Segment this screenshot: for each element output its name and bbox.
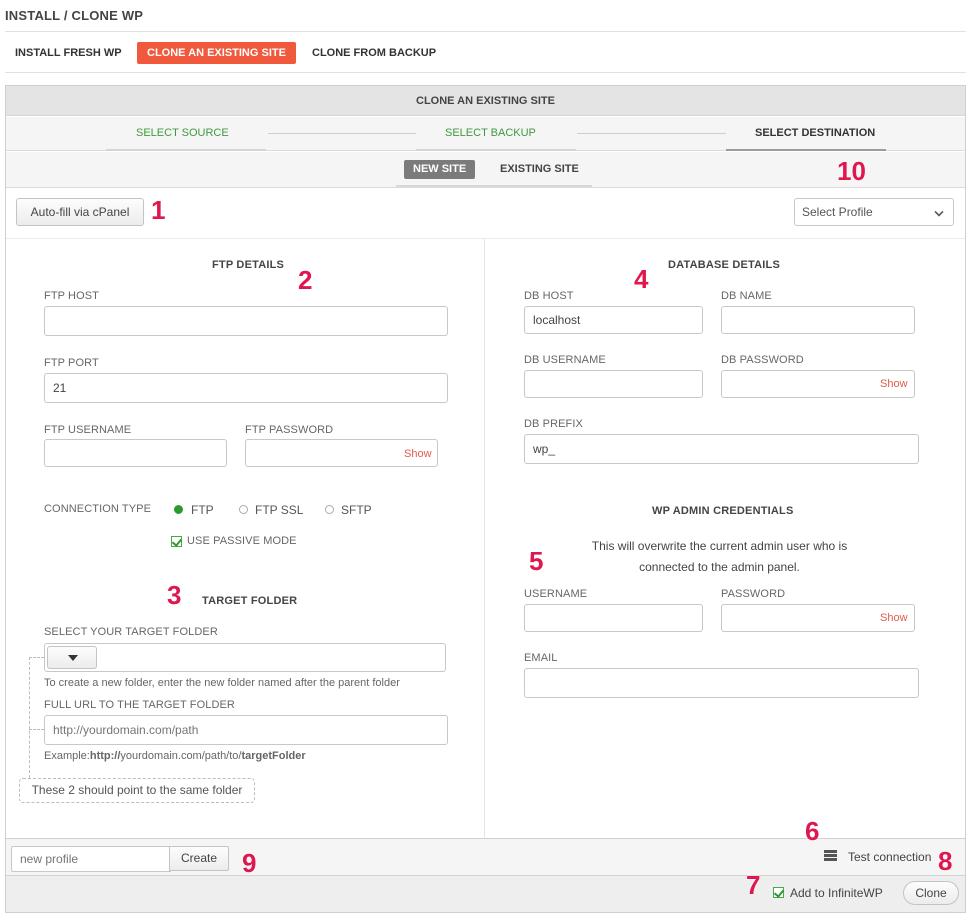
- example-prefix: Example:: [44, 750, 90, 762]
- db-prefix-label: DB PREFIX: [524, 418, 583, 430]
- db-name-input[interactable]: [721, 306, 915, 334]
- passive-mode-label: USE PASSIVE MODE: [187, 535, 297, 547]
- tabs-divider: [5, 72, 966, 73]
- step-connector: [577, 133, 726, 134]
- profile-select-value: Select Profile: [802, 205, 873, 219]
- db-host-input[interactable]: localhost: [524, 306, 703, 334]
- db-password-label: DB PASSWORD: [721, 354, 804, 366]
- autofill-cpanel-button[interactable]: Auto-fill via cPanel: [16, 198, 144, 226]
- tab-clone-from-backup[interactable]: CLONE FROM BACKUP: [302, 42, 446, 64]
- admin-password-label: PASSWORD: [721, 588, 786, 600]
- example-path: yourdomain.com/path/to/: [120, 750, 242, 762]
- radio-ftp-ssl[interactable]: [239, 505, 248, 514]
- annotation-4: 4: [634, 264, 649, 294]
- column-divider: [484, 239, 485, 838]
- annotation-5: 5: [529, 546, 544, 576]
- admin-note-line1: This will overwrite the current admin us…: [591, 539, 848, 553]
- ftp-host-input[interactable]: [44, 306, 448, 336]
- connector-line: [29, 729, 44, 730]
- step-underline-active: [726, 149, 886, 151]
- ftp-password-show-link[interactable]: Show: [404, 448, 432, 460]
- annotation-9: 9: [242, 848, 257, 878]
- admin-note-line2: connected to the admin panel.: [639, 560, 800, 574]
- clone-button[interactable]: Clone: [903, 881, 959, 905]
- ftp-heading: FTP DETAILS: [212, 259, 285, 271]
- step-underline: [416, 149, 576, 151]
- site-type-bar: [6, 152, 965, 188]
- create-profile-button[interactable]: Create: [169, 846, 229, 871]
- panel-title: CLONE AN EXISTING SITE: [6, 86, 965, 116]
- admin-email-input[interactable]: [524, 668, 919, 698]
- admin-email-label: EMAIL: [524, 652, 558, 664]
- annotation-2: 2: [298, 265, 313, 295]
- server-icon: [824, 850, 838, 861]
- example-folder: targetFolder: [241, 750, 306, 762]
- radio-ftp-label: FTP: [191, 503, 214, 517]
- tab-new-site[interactable]: NEW SITE: [404, 160, 476, 179]
- annotation-6: 6: [805, 816, 820, 846]
- ftp-port-input[interactable]: 21: [44, 373, 448, 403]
- passive-mode-checkbox[interactable]: [171, 536, 182, 547]
- target-url-label: FULL URL TO THE TARGET FOLDER: [44, 699, 235, 711]
- folder-dropdown-button[interactable]: [47, 646, 97, 669]
- db-username-label: DB USERNAME: [524, 354, 606, 366]
- same-folder-note: These 2 should point to the same folder: [19, 778, 255, 803]
- radio-sftp[interactable]: [325, 505, 334, 514]
- ftp-host-label: FTP HOST: [44, 290, 99, 302]
- admin-username-label: USERNAME: [524, 588, 588, 600]
- connector-line: [29, 657, 30, 778]
- section-divider: [6, 238, 965, 239]
- tab-install-fresh-wp[interactable]: INSTALL FRESH WP: [5, 42, 132, 64]
- db-password-show-link[interactable]: Show: [880, 378, 908, 390]
- db-username-input[interactable]: [524, 370, 703, 398]
- step-select-source[interactable]: SELECT SOURCE: [136, 127, 229, 139]
- radio-sftp-label: SFTP: [341, 503, 372, 517]
- annotation-10: 10: [837, 156, 866, 186]
- site-type-underline: [396, 185, 592, 187]
- target-folder-input[interactable]: [44, 643, 446, 672]
- target-folder-hint: To create a new folder, enter the new fo…: [44, 677, 400, 689]
- db-heading: DATABASE DETAILS: [668, 259, 780, 271]
- add-to-infinitewp-label: Add to InfiniteWP: [790, 886, 883, 900]
- step-select-destination[interactable]: SELECT DESTINATION: [755, 127, 875, 139]
- admin-username-input[interactable]: [524, 604, 703, 632]
- ftp-username-input[interactable]: [44, 439, 227, 467]
- radio-ftp-ssl-label: FTP SSL: [255, 503, 304, 517]
- wp-admin-heading: WP ADMIN CREDENTIALS: [652, 505, 794, 517]
- ftp-password-label: FTP PASSWORD: [245, 424, 334, 436]
- test-connection-link[interactable]: Test connection: [848, 850, 931, 864]
- connector-line: [29, 657, 44, 658]
- new-profile-input[interactable]: [11, 846, 171, 872]
- target-url-input[interactable]: [44, 715, 448, 745]
- annotation-7: 7: [746, 870, 761, 900]
- target-folder-heading: TARGET FOLDER: [202, 595, 298, 607]
- title-divider: [5, 31, 966, 32]
- chevron-down-icon: [934, 207, 944, 217]
- tab-existing-site[interactable]: EXISTING SITE: [491, 160, 588, 179]
- db-name-label: DB NAME: [721, 290, 772, 302]
- step-connector: [268, 133, 416, 134]
- profile-select[interactable]: Select Profile: [794, 198, 954, 226]
- admin-password-show-link[interactable]: Show: [880, 612, 908, 624]
- add-to-infinitewp-checkbox[interactable]: [773, 887, 784, 898]
- step-select-backup[interactable]: SELECT BACKUP: [445, 127, 536, 139]
- annotation-8: 8: [938, 846, 953, 876]
- tab-clone-existing-site[interactable]: CLONE AN EXISTING SITE: [137, 42, 296, 64]
- step-underline: [106, 149, 266, 151]
- annotation-1: 1: [151, 195, 166, 225]
- page-title: INSTALL / CLONE WP: [5, 8, 144, 23]
- ftp-username-label: FTP USERNAME: [44, 424, 132, 436]
- connection-type-label: CONNECTION TYPE: [44, 503, 152, 515]
- ftp-port-label: FTP PORT: [44, 357, 99, 369]
- caret-down-icon: [68, 655, 78, 661]
- target-folder-label: SELECT YOUR TARGET FOLDER: [44, 626, 218, 638]
- annotation-3: 3: [167, 580, 182, 610]
- db-host-label: DB HOST: [524, 290, 574, 302]
- example-scheme: http://: [89, 750, 121, 762]
- target-url-example: Example:http://yourdomain.com/path/to/ta…: [44, 750, 306, 762]
- db-prefix-input[interactable]: wp_: [524, 434, 919, 464]
- radio-ftp[interactable]: [174, 505, 183, 514]
